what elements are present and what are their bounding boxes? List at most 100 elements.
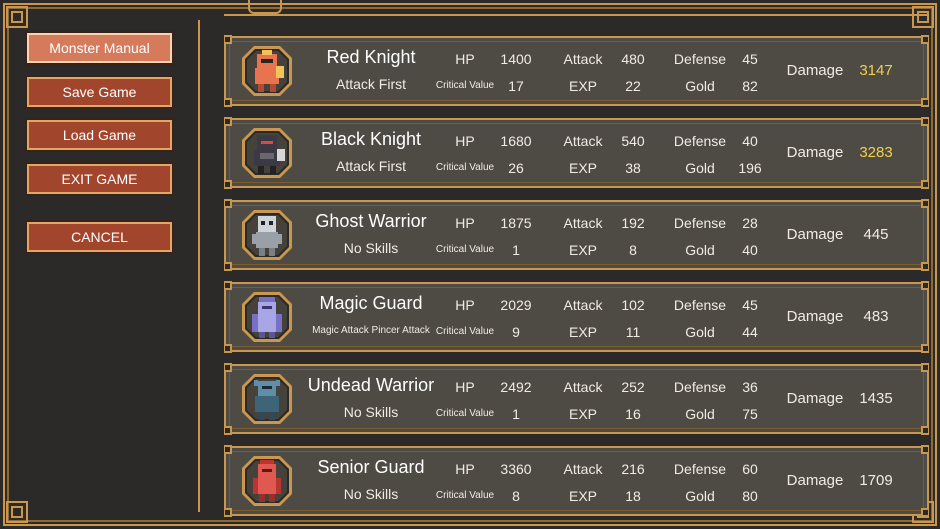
gold-value: 80: [742, 488, 758, 504]
hp-label: HP: [455, 51, 475, 67]
corner-ornament: [6, 501, 28, 523]
monster-skill: Attack First: [335, 76, 406, 92]
magic-guard-icon: [240, 290, 294, 344]
panel-divider: [198, 20, 200, 512]
monster-row[interactable]: Ghost Warrior No Skills HP 1875 Attack 1…: [224, 199, 929, 271]
hp-value: 2029: [500, 297, 532, 313]
defense-value: 40: [742, 133, 758, 149]
cancel-button[interactable]: CANCEL: [27, 222, 172, 252]
hp-value: 2492: [500, 379, 532, 395]
defense-label: Defense: [673, 461, 727, 477]
gold-label: Gold: [685, 406, 715, 422]
exp-label: EXP: [568, 78, 597, 94]
attack-value: 540: [621, 133, 645, 149]
monster-name: Undead Warrior: [307, 375, 435, 395]
attack-label: Attack: [563, 461, 603, 477]
save-game-button[interactable]: Save Game: [27, 77, 172, 107]
monster-manual-button[interactable]: Monster Manual: [27, 33, 172, 63]
defense-value: 45: [742, 51, 758, 67]
exit-game-button[interactable]: EXIT GAME: [27, 164, 172, 194]
critical-value: 9: [512, 324, 520, 340]
damage-label: Damage: [786, 308, 844, 325]
critical-label: Critical Value: [435, 244, 495, 255]
hp-label: HP: [455, 215, 475, 231]
gold-value: 75: [742, 406, 758, 422]
defense-label: Defense: [673, 133, 727, 149]
exp-label: EXP: [568, 406, 597, 422]
critical-value: 1: [512, 242, 520, 258]
critical-label: Critical Value: [435, 162, 495, 173]
exp-label: EXP: [568, 488, 597, 504]
monster-skill: Magic Attack Pincer Attack: [312, 325, 430, 336]
gold-label: Gold: [685, 488, 715, 504]
monster-row[interactable]: Senior Guard No Skills HP 3360 Attack 21…: [224, 445, 929, 517]
red-knight-icon: [240, 44, 294, 98]
monster-name: Black Knight: [320, 129, 422, 149]
exp-value: 16: [625, 406, 641, 422]
monster-list[interactable]: Red Knight Attack First HP 1400 Attack 4…: [224, 0, 929, 529]
black-knight-icon: [240, 126, 294, 180]
critical-value: 8: [512, 488, 520, 504]
damage-value: 445: [863, 226, 889, 243]
exp-label: EXP: [568, 160, 597, 176]
damage-value: 483: [863, 308, 889, 325]
defense-label: Defense: [673, 215, 727, 231]
gold-label: Gold: [685, 242, 715, 258]
critical-label: Critical Value: [435, 80, 495, 91]
defense-label: Defense: [673, 379, 727, 395]
damage-label: Damage: [786, 472, 844, 489]
attack-value: 192: [621, 215, 645, 231]
hp-label: HP: [455, 461, 475, 477]
defense-label: Defense: [673, 51, 727, 67]
damage-label: Damage: [786, 226, 844, 243]
gold-value: 82: [742, 78, 758, 94]
damage-value: 3147: [859, 62, 893, 79]
exp-value: 22: [625, 78, 641, 94]
monster-skill: No Skills: [343, 404, 399, 420]
defense-label: Defense: [673, 297, 727, 313]
undead-warrior-icon: [240, 372, 294, 426]
monster-row[interactable]: Undead Warrior No Skills HP 2492 Attack …: [224, 363, 929, 435]
defense-value: 45: [742, 297, 758, 313]
damage-value: 1435: [859, 390, 893, 407]
monster-skill: No Skills: [343, 486, 399, 502]
damage-label: Damage: [786, 62, 844, 79]
hp-label: HP: [455, 297, 475, 313]
exp-value: 38: [625, 160, 641, 176]
defense-value: 28: [742, 215, 758, 231]
gold-label: Gold: [685, 160, 715, 176]
monster-row[interactable]: Black Knight Attack First HP 1680 Attack…: [224, 117, 929, 189]
attack-value: 102: [621, 297, 645, 313]
defense-value: 36: [742, 379, 758, 395]
hp-value: 1680: [500, 133, 532, 149]
gold-label: Gold: [685, 324, 715, 340]
gold-label: Gold: [685, 78, 715, 94]
exp-value: 18: [625, 488, 641, 504]
monster-name: Senior Guard: [317, 457, 425, 477]
hp-value: 3360: [500, 461, 532, 477]
ghost-warrior-icon: [240, 208, 294, 262]
damage-label: Damage: [786, 390, 844, 407]
hp-value: 1875: [500, 215, 532, 231]
attack-value: 252: [621, 379, 645, 395]
hp-value: 1400: [500, 51, 532, 67]
attack-label: Attack: [563, 379, 603, 395]
attack-label: Attack: [563, 133, 603, 149]
damage-value: 1709: [859, 472, 893, 489]
critical-label: Critical Value: [435, 490, 495, 501]
exp-label: EXP: [568, 324, 597, 340]
exp-label: EXP: [568, 242, 597, 258]
critical-label: Critical Value: [435, 326, 495, 337]
attack-label: Attack: [563, 297, 603, 313]
hp-label: HP: [455, 379, 475, 395]
gold-value: 40: [742, 242, 758, 258]
exp-value: 11: [625, 324, 641, 340]
senior-guard-icon: [240, 454, 294, 508]
load-game-button[interactable]: Load Game: [27, 120, 172, 150]
monster-row[interactable]: Magic Guard Magic Attack Pincer Attack H…: [224, 281, 929, 353]
attack-label: Attack: [563, 215, 603, 231]
attack-value: 216: [621, 461, 645, 477]
monster-row[interactable]: Red Knight Attack First HP 1400 Attack 4…: [224, 35, 929, 107]
monster-name: Magic Guard: [319, 293, 423, 313]
monster-name: Red Knight: [326, 47, 416, 67]
